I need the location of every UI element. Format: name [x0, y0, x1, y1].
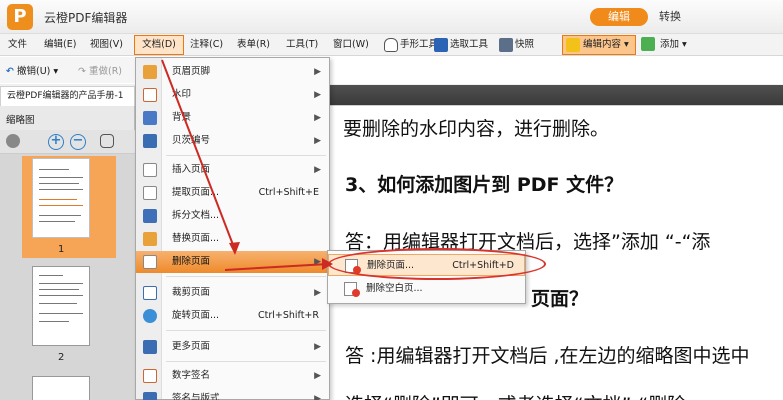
app-window: P 云橙PDF编辑器 编辑 转换 文件 编辑(E) 视图(V) 文档(D) 注释… — [0, 0, 783, 400]
arrow-line — [224, 263, 329, 271]
arrow-head — [322, 258, 333, 270]
arrow-head — [229, 242, 240, 255]
annotation-arrows — [161, 59, 333, 271]
arrow-line — [161, 59, 236, 251]
